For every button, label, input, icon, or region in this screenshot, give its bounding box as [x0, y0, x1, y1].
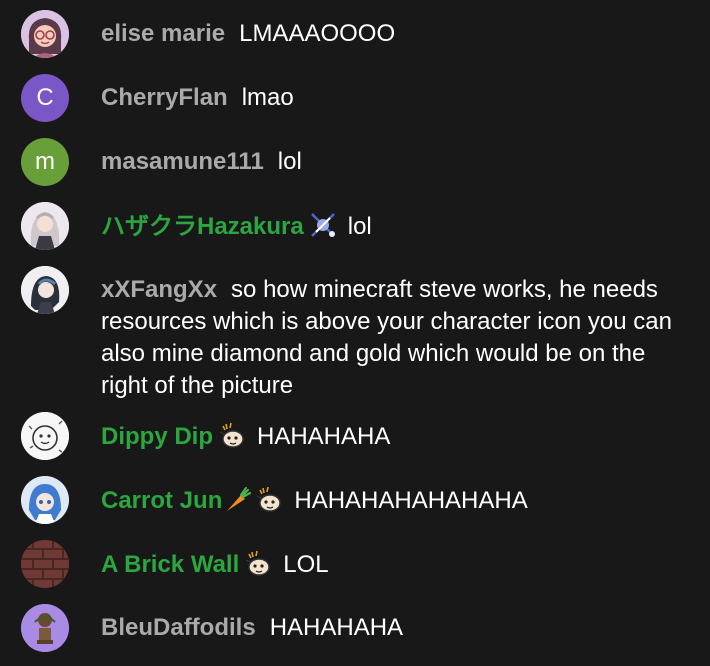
- avatar[interactable]: [21, 604, 69, 652]
- avatar-letter: C: [36, 84, 54, 111]
- member-emoji-icon: [217, 420, 247, 450]
- avatar-illustration: [21, 604, 69, 652]
- author-name[interactable]: ハザクラHazakura: [101, 213, 304, 240]
- chat-message: A Brick Wall LOL: [0, 540, 710, 604]
- chat-message: m masamune111 lol: [0, 138, 710, 202]
- avatar[interactable]: [21, 476, 69, 524]
- member-emoji-icon: [254, 484, 284, 514]
- chat-message: Dippy Dip HAHAHAHA: [0, 412, 710, 476]
- carrot-icon: [222, 484, 252, 514]
- member-emoji-icon: [243, 548, 273, 578]
- author-name[interactable]: xXFangXx: [101, 276, 217, 303]
- avatar[interactable]: [21, 540, 69, 588]
- author-name[interactable]: A Brick Wall: [101, 551, 239, 578]
- avatar-illustration: [21, 10, 69, 58]
- avatar-illustration: [21, 412, 69, 460]
- chat-message: Carrot Jun HAHAHAHAHAHAHA: [0, 476, 710, 540]
- avatar[interactable]: [21, 202, 69, 250]
- author-name[interactable]: masamune111: [101, 148, 264, 175]
- chat-message: C CherryFlan lmao: [0, 74, 710, 138]
- avatar[interactable]: m: [21, 138, 69, 186]
- message-text: HAHAHAHA: [257, 423, 391, 450]
- message-text: HAHAHAHA: [269, 614, 404, 641]
- chat-message: ハザクラHazakura lol: [0, 202, 710, 266]
- message-text: LOL: [283, 551, 329, 578]
- message-text: lmao: [241, 84, 294, 111]
- avatar-illustration: [21, 476, 69, 524]
- author-name[interactable]: Carrot Jun: [101, 487, 222, 514]
- avatar[interactable]: C: [21, 74, 69, 122]
- author-name[interactable]: CherryFlan: [101, 84, 228, 111]
- message-text: LMAAAOOOO: [239, 20, 396, 47]
- author-name[interactable]: elise marie: [101, 20, 225, 47]
- member-badge-icon: [308, 210, 338, 240]
- live-chat-list: elise marie LMAAAOOOO C CherryFlan lmao m …: [0, 0, 710, 666]
- message-text: lol: [277, 148, 302, 175]
- avatar-illustration: [21, 266, 69, 314]
- chat-message: elise marie LMAAAOOOO: [0, 10, 710, 74]
- avatar[interactable]: [21, 10, 69, 58]
- chat-message: xXFangXx so how minecraft steve works, he…: [0, 266, 710, 412]
- avatar[interactable]: [21, 412, 69, 460]
- avatar-illustration: [21, 540, 69, 588]
- author-name[interactable]: BleuDaffodils: [101, 614, 256, 641]
- avatar[interactable]: [21, 266, 69, 314]
- avatar-letter: m: [35, 148, 55, 175]
- message-text: HAHAHAHAHAHAHA: [294, 487, 528, 514]
- avatar-illustration: [21, 202, 69, 250]
- message-text: lol: [347, 213, 372, 240]
- chat-message: BleuDaffodils HAHAHAHA: [0, 604, 710, 666]
- author-name[interactable]: Dippy Dip: [101, 423, 213, 450]
